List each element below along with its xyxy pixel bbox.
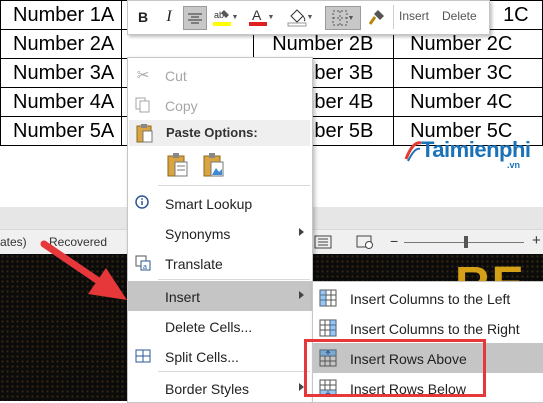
table-cell[interactable]: Number 1A bbox=[0, 0, 122, 30]
chevron-down-icon: ▼ bbox=[231, 13, 239, 21]
svg-text:a: a bbox=[143, 264, 147, 271]
chevron-down-icon: ▼ bbox=[267, 13, 275, 21]
font-color-icon: A bbox=[248, 7, 267, 26]
chevron-right-icon bbox=[299, 228, 304, 236]
format-painter-icon bbox=[368, 10, 384, 25]
svg-text:A: A bbox=[252, 7, 262, 23]
menu-item-insert[interactable]: Insert bbox=[128, 281, 312, 311]
status-template-text: ates) bbox=[0, 235, 27, 249]
menu-item-translate[interactable]: a Translate bbox=[128, 248, 312, 278]
menu-item-label: Split Cells... bbox=[165, 349, 239, 365]
watermark-logo: Taimienphi .vn bbox=[403, 135, 535, 171]
paste-options-label: Paste Options: bbox=[166, 125, 258, 140]
menu-item-border-styles[interactable]: Border Styles bbox=[128, 373, 312, 403]
table-cell[interactable]: Number 5A bbox=[0, 116, 122, 146]
highlighter-icon: ab bbox=[212, 10, 231, 26]
translate-icon: a bbox=[134, 254, 152, 272]
menu-separator bbox=[158, 371, 310, 372]
logo-icon bbox=[404, 141, 422, 162]
table-cell[interactable]: Number 4A bbox=[0, 87, 122, 117]
menu-item-copy[interactable]: Copy bbox=[128, 90, 312, 120]
menu-item-label: Insert bbox=[165, 289, 201, 305]
zoom-out-icon[interactable]: − bbox=[390, 233, 398, 249]
format-painter-button[interactable] bbox=[366, 6, 388, 28]
chevron-down-icon: ▼ bbox=[306, 13, 314, 21]
split-cells-icon bbox=[134, 347, 152, 365]
menu-item-cut[interactable]: ✂ Cut bbox=[128, 60, 312, 90]
font-color-button[interactable]: A ▼ bbox=[246, 6, 276, 28]
print-layout-icon[interactable] bbox=[314, 235, 332, 249]
context-menu: ✂ Cut Copy Paste Options: Smart Lookup S… bbox=[127, 57, 313, 403]
menu-item-label: Cut bbox=[165, 68, 187, 84]
highlight-box-annotation bbox=[304, 339, 486, 397]
clipboard-icon bbox=[136, 124, 153, 143]
table-cell[interactable]: Number 2A bbox=[0, 29, 122, 59]
borders-icon bbox=[332, 10, 348, 26]
insert-column-right-icon bbox=[319, 319, 337, 337]
zoom-in-icon[interactable]: + bbox=[532, 232, 541, 249]
toolbar-divider bbox=[393, 5, 394, 29]
menu-item-smart-lookup[interactable]: Smart Lookup bbox=[128, 188, 312, 218]
mini-toolbar: B I ab ▼ A ▼ ▼ ▼ Insert Delete bbox=[127, 0, 490, 35]
menu-item-label: Copy bbox=[165, 98, 198, 114]
watermark-suffix: .vn bbox=[507, 160, 521, 170]
menu-item-synonyms[interactable]: Synonyms bbox=[128, 218, 312, 248]
zoom-slider-thumb[interactable] bbox=[464, 236, 468, 248]
paint-bucket-icon bbox=[287, 9, 307, 27]
web-layout-icon[interactable] bbox=[356, 235, 374, 249]
table-cell[interactable]: Number 4C bbox=[393, 87, 543, 117]
menu-item-label: Smart Lookup bbox=[165, 196, 253, 212]
insert-table-button[interactable]: Insert bbox=[399, 9, 429, 23]
menu-item-split-cells[interactable]: Split Cells... bbox=[128, 341, 312, 371]
chevron-right-icon bbox=[299, 291, 304, 299]
menu-item-label: Translate bbox=[165, 256, 223, 272]
italic-button[interactable]: I bbox=[160, 6, 178, 28]
highlight-color-button[interactable]: ab ▼ bbox=[210, 6, 240, 28]
paste-options-header: Paste Options: bbox=[129, 120, 310, 146]
menu-item-label: Border Styles bbox=[165, 381, 250, 397]
paste-picture-icon[interactable] bbox=[202, 152, 226, 178]
menu-item-label: Delete Cells... bbox=[165, 319, 253, 335]
menu-item-delete-cells[interactable]: Delete Cells... bbox=[128, 311, 312, 341]
paste-keep-formatting-icon[interactable] bbox=[166, 152, 190, 178]
insert-column-left-icon bbox=[319, 289, 337, 307]
delete-table-button[interactable]: Delete bbox=[442, 9, 477, 23]
submenu-item-label: Insert Columns to the Left bbox=[350, 291, 511, 307]
table-cell[interactable]: Number 3A bbox=[0, 58, 122, 88]
copy-icon bbox=[134, 96, 152, 114]
scissors-icon: ✂ bbox=[136, 67, 150, 84]
table-cell[interactable]: Number 3C bbox=[393, 58, 543, 88]
chevron-down-icon: ▼ bbox=[347, 14, 355, 22]
align-center-button[interactable] bbox=[183, 6, 207, 30]
submenu-item-label: Insert Columns to the Right bbox=[350, 321, 520, 337]
bold-button[interactable]: B bbox=[134, 6, 152, 28]
menu-separator bbox=[158, 185, 310, 186]
borders-button[interactable]: ▼ bbox=[325, 6, 361, 30]
info-search-icon bbox=[134, 194, 152, 212]
submenu-item-insert-columns-left[interactable]: Insert Columns to the Left bbox=[313, 283, 543, 313]
menu-separator bbox=[158, 279, 310, 280]
align-center-icon bbox=[188, 13, 202, 24]
menu-item-label: Synonyms bbox=[165, 226, 231, 242]
shading-button[interactable]: ▼ bbox=[284, 6, 316, 28]
red-arrow-annotation bbox=[40, 240, 127, 300]
